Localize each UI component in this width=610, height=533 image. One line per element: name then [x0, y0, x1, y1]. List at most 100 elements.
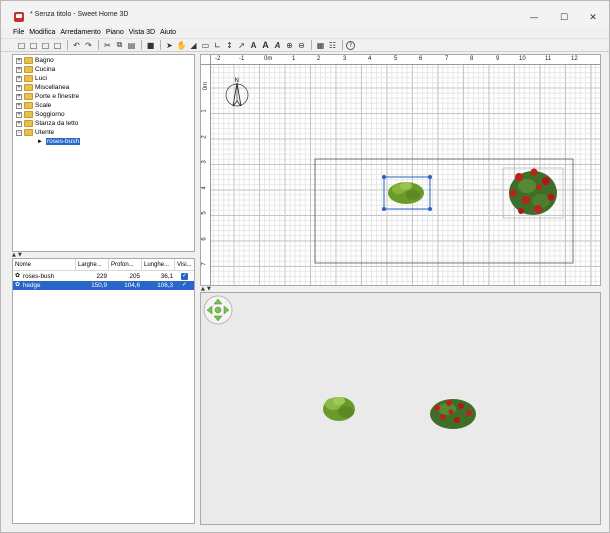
select-icon[interactable]: ➤ — [164, 40, 175, 51]
category-label: Bagno — [35, 57, 54, 64]
table-row[interactable]: ✿ roses-bush 229 205 36,1 ✓ — [13, 272, 194, 281]
cell-width: 150,9 — [91, 282, 107, 289]
expand-icon[interactable]: + — [16, 93, 22, 100]
menu-file[interactable]: File — [13, 29, 24, 36]
cell-depth: 104,6 — [124, 282, 140, 289]
folder-icon — [24, 102, 33, 109]
category-label: Utente — [35, 129, 55, 136]
hedge-piece[interactable] — [382, 175, 432, 211]
cell-height: 106,3 — [157, 282, 173, 289]
toolbar-separator — [141, 40, 142, 50]
redo-icon[interactable]: ↷ — [83, 40, 94, 51]
menu-bar: File Modifica Arredamento Piano Vista 3D… — [1, 27, 609, 38]
furniture-piece-icon: ► — [37, 138, 43, 145]
folder-icon — [24, 120, 33, 127]
create-dimensions-icon[interactable]: ↕ — [224, 40, 235, 51]
category-label: Porte e finestre — [35, 93, 80, 100]
cell-name: roses-bush — [23, 273, 55, 280]
italic-text-icon[interactable]: A — [272, 40, 283, 51]
visible-checkbox[interactable]: ✓ — [181, 282, 188, 289]
category-label: Stanza da letto — [35, 120, 79, 127]
plan-view[interactable]: -2 -1 0m 1 2 3 4 5 6 7 8 9 10 11 12 0m 1… — [200, 54, 601, 286]
category-label: Soggiorno — [35, 111, 65, 118]
menu-modifica[interactable]: Modifica — [29, 29, 55, 36]
create-rooms-icon[interactable]: ▭ — [200, 40, 211, 51]
menu-arredamento[interactable]: Arredamento — [60, 29, 100, 36]
table-row[interactable]: ✿ hedge 150,9 104,6 106,3 ✓ — [13, 281, 194, 290]
menu-aiuto[interactable]: Aiuto — [160, 29, 176, 36]
zoom-in-icon[interactable]: ⊕ — [284, 40, 295, 51]
save-as-icon[interactable]: □ — [52, 40, 63, 51]
furniture-label: roses-bush — [46, 138, 81, 145]
import-icon[interactable]: ▦ — [315, 40, 326, 51]
expand-icon[interactable]: + — [16, 102, 22, 109]
cut-icon[interactable]: ✂ — [102, 40, 113, 51]
table-header: Nome Larghe... Profon... Lunghe... Visi.… — [13, 259, 194, 271]
add-furniture-icon[interactable]: ■ — [145, 40, 156, 51]
plan-drawing: N — [225, 78, 574, 264]
furniture-list-table[interactable]: Nome Larghe... Profon... Lunghe... Visi.… — [12, 258, 195, 524]
window-title: * Senza titolo - Sweet Home 3D — [30, 11, 129, 18]
column-header-name[interactable]: Nome — [13, 259, 76, 271]
column-header-width[interactable]: Larghe... — [76, 259, 109, 271]
menu-piano[interactable]: Piano — [106, 29, 124, 36]
title-bar: * Senza titolo - Sweet Home 3D — ☐ ✕ — [1, 1, 609, 27]
folder-icon — [24, 66, 33, 73]
help-icon[interactable]: ? — [346, 40, 355, 50]
expand-icon[interactable]: + — [16, 66, 22, 73]
column-header-visible[interactable]: Visi... — [175, 259, 194, 271]
toolbar-separator — [342, 40, 343, 50]
3d-view[interactable] — [200, 292, 601, 525]
new-home-icon[interactable]: □ — [16, 40, 27, 51]
furniture-catalog-tree[interactable]: + Bagno + Cucina + Luci + Miscellanea + … — [12, 54, 195, 252]
increase-text-size-icon[interactable]: A — [260, 40, 271, 51]
roses-bush-piece[interactable] — [502, 167, 564, 219]
create-labels-icon[interactable]: ↗ — [236, 40, 247, 51]
minimize-button[interactable]: — — [519, 9, 549, 27]
folder-icon — [24, 93, 33, 100]
paste-icon[interactable]: ▤ — [126, 40, 137, 51]
column-header-depth[interactable]: Profon... — [109, 259, 142, 271]
category-label: Miscellanea — [35, 84, 70, 91]
create-walls-icon[interactable]: ◢ — [188, 40, 199, 51]
category-label: Luci — [35, 75, 47, 82]
column-header-height[interactable]: Lunghe... — [142, 259, 175, 271]
expand-icon[interactable]: + — [16, 120, 22, 127]
tree-item-roses-bush[interactable]: ► roses-bush — [13, 137, 113, 146]
sweet-home-3d-icon — [14, 12, 24, 22]
piece-icon: ✿ — [15, 273, 21, 279]
roses-bush-3d-model — [430, 399, 476, 429]
cell-width: 229 — [96, 273, 107, 280]
cell-height: 36,1 — [160, 273, 173, 280]
close-button[interactable]: ✕ — [578, 9, 608, 27]
expand-icon[interactable]: + — [16, 84, 22, 91]
folder-icon — [24, 57, 33, 64]
folder-icon — [24, 75, 33, 82]
expand-icon[interactable]: + — [16, 111, 22, 118]
toolbar-separator — [98, 40, 99, 50]
expand-icon[interactable]: + — [16, 57, 22, 64]
expand-icon[interactable]: + — [16, 75, 22, 82]
create-polylines-icon[interactable]: ∟ — [212, 40, 223, 51]
preferences-icon[interactable]: ☷ — [327, 40, 338, 51]
undo-icon[interactable]: ↶ — [71, 40, 82, 51]
visible-checkbox[interactable]: ✓ — [181, 273, 188, 280]
compass-north-label: N — [235, 78, 239, 84]
save-icon[interactable]: □ — [40, 40, 51, 51]
maximize-button[interactable]: ☐ — [549, 9, 579, 27]
add-text-icon[interactable]: A — [248, 40, 259, 51]
collapse-icon[interactable]: − — [16, 129, 22, 136]
zoom-out-icon[interactable]: ⊖ — [296, 40, 307, 51]
copy-icon[interactable]: ⧉ — [114, 40, 125, 51]
app-window: * Senza titolo - Sweet Home 3D — ☐ ✕ Fil… — [0, 0, 610, 533]
folder-open-icon — [24, 129, 33, 136]
compass-icon[interactable] — [225, 82, 249, 107]
toolbar: □ □ □ □ ↶ ↷ ✂ ⧉ ▤ ■ ➤ ✋ ◢ ▭ ∟ ↕ ↗ A A A … — [1, 38, 609, 52]
open-icon[interactable]: □ — [28, 40, 39, 51]
category-label: Cucina — [35, 66, 56, 73]
menu-vista-3d[interactable]: Vista 3D — [129, 29, 155, 36]
toolbar-separator — [311, 40, 312, 50]
folder-icon — [24, 84, 33, 91]
navigation-arrows-icon[interactable] — [203, 295, 233, 325]
pan-icon[interactable]: ✋ — [176, 40, 187, 51]
